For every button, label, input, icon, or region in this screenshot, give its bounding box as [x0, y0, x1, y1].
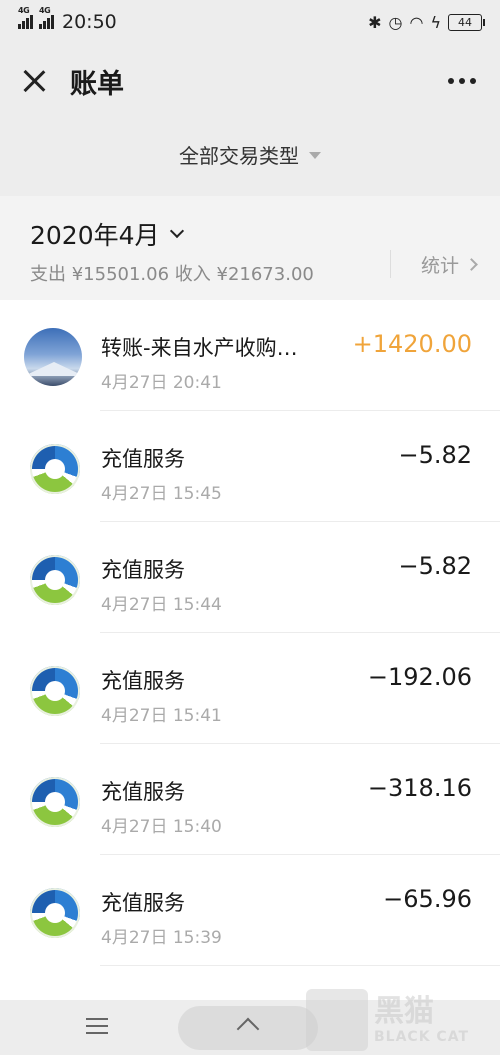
- transaction-amount: −5.82: [398, 441, 472, 469]
- recharge-service-icon: [30, 777, 80, 827]
- transaction-time: 4月27日 15:41: [101, 706, 222, 726]
- transaction-row[interactable]: 充值服务 4月27日 15:40 −318.16: [0, 744, 500, 855]
- totals-text: 支出 ¥15501.06 收入 ¥21673.00: [30, 264, 314, 285]
- close-icon[interactable]: [20, 67, 48, 95]
- transaction-title: 充值服务: [101, 447, 185, 471]
- battery-level: 44: [458, 15, 472, 29]
- more-icon[interactable]: [444, 70, 480, 92]
- signal-icon: 4G: [18, 6, 33, 29]
- transaction-title: 充值服务: [101, 669, 185, 693]
- clock: 20:50: [62, 11, 117, 33]
- transaction-row[interactable]: 充值服务 4月27日 15:45 −5.82: [0, 411, 500, 522]
- alarm-icon: ◷: [388, 12, 403, 32]
- cat-logo-icon: [306, 989, 368, 1051]
- transaction-amount: −192.06: [367, 663, 472, 691]
- transaction-amount: −65.96: [383, 885, 472, 913]
- transaction-row[interactable]: 充值服务 4月27日 15:39 −65.96: [0, 855, 500, 966]
- transaction-amount: −318.16: [367, 774, 472, 802]
- transaction-time: 4月27日 15:40: [101, 817, 222, 837]
- caret-down-icon: [309, 152, 321, 159]
- home-icon: [236, 1019, 260, 1037]
- menu-icon[interactable]: [86, 1018, 108, 1039]
- chevron-right-icon: [465, 257, 478, 271]
- transaction-type-filter[interactable]: 全部交易类型: [0, 124, 500, 184]
- statistics-label: 统计: [420, 254, 459, 277]
- home-button[interactable]: [178, 1006, 318, 1050]
- watermark: 黑猫 BLACK CAT: [306, 985, 496, 1055]
- transaction-amount: +1420.00: [352, 330, 472, 358]
- transaction-title: 转账-来自水产收购…: [101, 336, 298, 360]
- transaction-row[interactable]: 转账-来自水产收购… 4月27日 20:41 +1420.00: [0, 300, 500, 411]
- recharge-service-icon: [30, 444, 80, 494]
- charging-icon: ϟ: [430, 12, 441, 32]
- transaction-time: 4月27日 15:39: [101, 928, 222, 948]
- transaction-time: 4月27日 15:44: [101, 595, 222, 615]
- watermark-en: BLACK CAT: [374, 1029, 469, 1045]
- recharge-service-icon: [30, 888, 80, 938]
- transaction-row[interactable]: 充值服务 4月27日 15:44 −5.82: [0, 522, 500, 633]
- divider: [100, 965, 500, 966]
- page-title: 账单: [70, 68, 124, 100]
- header: 账单: [0, 44, 500, 118]
- month-selector[interactable]: 2020年4月: [30, 216, 184, 252]
- transaction-time: 4月27日 15:45: [101, 484, 222, 504]
- network-type-label: 4G: [39, 6, 51, 15]
- status-bar: 4G 4G 20:50 ✱ ◷ ◠ ϟ 44: [0, 0, 500, 44]
- transaction-row[interactable]: 充值服务 4月27日 15:41 −192.06: [0, 633, 500, 744]
- recharge-service-icon: [30, 555, 80, 605]
- wifi-icon: ◠: [409, 12, 424, 32]
- watermark-cn: 黑猫: [374, 994, 434, 1029]
- filter-label: 全部交易类型: [179, 143, 299, 168]
- transaction-amount: −5.82: [398, 552, 472, 580]
- recharge-service-icon: [30, 666, 80, 716]
- avatar: [24, 328, 82, 386]
- statistics-link[interactable]: 统计: [389, 250, 478, 278]
- transaction-title: 充值服务: [101, 558, 185, 582]
- month-label: 2020年4月: [30, 221, 160, 250]
- transaction-list: 转账-来自水产收购… 4月27日 20:41 +1420.00 充值服务 4月2…: [0, 300, 500, 1000]
- network-type-label: 4G: [18, 6, 30, 15]
- bluetooth-icon: ✱: [368, 12, 382, 32]
- chevron-down-icon: [169, 223, 184, 239]
- battery-icon: 44: [448, 13, 485, 31]
- transaction-time: 4月27日 20:41: [101, 373, 222, 393]
- transaction-title: 充值服务: [101, 780, 185, 804]
- transaction-title: 充值服务: [101, 891, 185, 915]
- month-summary: 2020年4月 支出 ¥15501.06 收入 ¥21673.00 统计: [0, 196, 500, 300]
- signal-icon: 4G: [39, 6, 54, 29]
